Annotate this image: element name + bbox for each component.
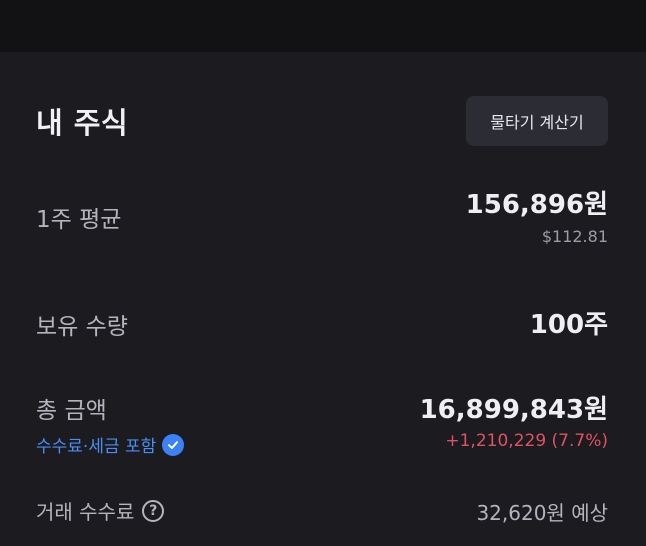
section-title: 내 주식 — [36, 106, 129, 140]
total-amount-label: 총 금액 — [36, 398, 107, 424]
trade-fee-label: 거래 수수료 — [36, 500, 135, 524]
trade-fee-value: 32,620원 예상 — [476, 501, 608, 525]
holdings-label: 보유 수량 — [36, 314, 128, 340]
profit-loss-value: +1,210,229 (7.7%) — [445, 431, 608, 451]
top-band — [0, 0, 646, 52]
question-circle-icon[interactable]: ? — [142, 499, 165, 522]
averaging-calculator-button[interactable]: 물타기 계산기 — [466, 96, 608, 146]
check-circle-icon — [162, 433, 185, 456]
trade-fee-row-label: 거래 수수료 ? — [36, 496, 165, 525]
fee-tax-included-label: 수수료·세금 포함 — [36, 437, 157, 457]
holdings-value: 100주 — [529, 310, 608, 340]
fee-tax-included-link[interactable]: 수수료·세금 포함 — [36, 432, 185, 457]
avg-price-usd: $112.81 — [541, 227, 608, 246]
avg-price-value: 156,896원 — [465, 190, 608, 220]
total-amount-value: 16,899,843원 — [419, 395, 608, 425]
avg-price-label: 1주 평균 — [36, 207, 122, 233]
